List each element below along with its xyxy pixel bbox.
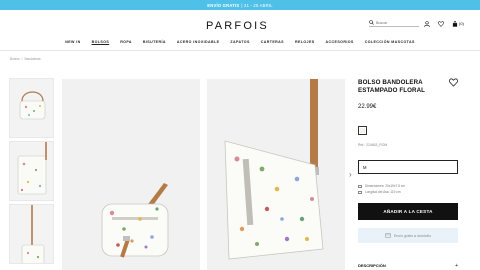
user-icon[interactable] bbox=[424, 21, 430, 27]
nav-item-relojes[interactable]: RELOJES bbox=[289, 40, 320, 48]
nav-divider bbox=[0, 50, 480, 51]
delivery-box-icon bbox=[385, 233, 391, 238]
promo-text: | 21 - 25 ABRIL bbox=[241, 2, 273, 8]
nav-item-bisuteria[interactable]: BISUTERÍA bbox=[137, 40, 171, 48]
search-box[interactable] bbox=[369, 19, 419, 27]
shipping-text: Envío gratis a domicilio bbox=[394, 233, 431, 238]
color-swatch[interactable] bbox=[358, 126, 367, 135]
search-icon[interactable] bbox=[369, 20, 374, 25]
expand-plus-icon[interactable]: + bbox=[455, 263, 458, 269]
product-image-main[interactable] bbox=[62, 79, 200, 270]
description-label: DESCRIPCIÓN bbox=[358, 263, 386, 268]
breadcrumb-bolsos[interactable]: Bolsos bbox=[10, 57, 20, 61]
bag-icon[interactable] bbox=[452, 21, 458, 27]
nav-item-new-in[interactable]: NEW IN bbox=[60, 40, 86, 48]
breadcrumb: Bolsos / Bandoleras bbox=[10, 57, 41, 61]
main-nav: NEW IN BOLSOS ROPA BISUTERÍA ACERO INOXI… bbox=[0, 40, 480, 48]
swatch-floral-pattern bbox=[360, 128, 365, 133]
site-header: PARFOIS (0) bbox=[0, 10, 480, 38]
nav-item-carteras[interactable]: CARTERAS bbox=[255, 40, 289, 48]
size-value: M bbox=[363, 164, 367, 170]
nav-item-accesorios[interactable]: ACCESORIOS bbox=[320, 40, 359, 48]
nav-item-mascotas[interactable]: COLECCIÓN MASCOTAS bbox=[359, 40, 420, 48]
cart-count[interactable]: (0) bbox=[459, 21, 464, 26]
promo-banner: ENVÍO GRATIS | 21 - 25 ABRIL bbox=[0, 0, 480, 10]
thumbnail-3[interactable] bbox=[9, 204, 54, 264]
nav-item-bolsos[interactable]: BOLSOS bbox=[86, 40, 115, 48]
nav-item-zapatos[interactable]: ZAPATOS bbox=[225, 40, 255, 48]
product-dimensions: Dimensiones: 20x19x7.5 cm Longitud del A… bbox=[358, 183, 405, 195]
product-image-secondary[interactable] bbox=[207, 79, 345, 270]
product-price: 22.99€ bbox=[358, 104, 377, 110]
product-title: BOLSO BANDOLERA ESTAMPADO FLORAL bbox=[358, 79, 426, 94]
nav-item-acero[interactable]: ACERO INOXIDABLE bbox=[171, 40, 225, 48]
strap-icon bbox=[358, 190, 362, 194]
breadcrumb-separator: / bbox=[21, 57, 23, 61]
dimensions-icon bbox=[358, 184, 362, 188]
thumbnail-gallery bbox=[9, 78, 54, 267]
size-selector[interactable]: M bbox=[358, 160, 458, 174]
search-input[interactable] bbox=[376, 20, 416, 25]
thumbnail-2[interactable] bbox=[9, 141, 54, 201]
thumbnail-1[interactable] bbox=[9, 78, 54, 138]
promo-bold-text: ENVÍO GRATIS bbox=[207, 2, 240, 8]
add-to-cart-button[interactable]: AÑADIR A LA CESTA bbox=[358, 203, 458, 220]
description-accordion[interactable]: DESCRIPCIÓN + bbox=[358, 263, 458, 269]
breadcrumb-bandoleras[interactable]: Bandoleras bbox=[24, 57, 40, 61]
brand-logo[interactable]: PARFOIS bbox=[206, 20, 269, 32]
wishlist-heart-icon[interactable] bbox=[449, 78, 458, 87]
heart-icon[interactable] bbox=[438, 21, 444, 27]
free-shipping-banner: Envío gratis a domicilio bbox=[358, 228, 458, 243]
strap-length-text: Longitud del Asa: 119 cm bbox=[365, 190, 401, 194]
gallery-next-arrow[interactable]: › bbox=[349, 170, 352, 179]
nav-item-ropa[interactable]: ROPA bbox=[115, 40, 138, 48]
product-reference: Ref.: 224663_ROM bbox=[358, 143, 388, 147]
